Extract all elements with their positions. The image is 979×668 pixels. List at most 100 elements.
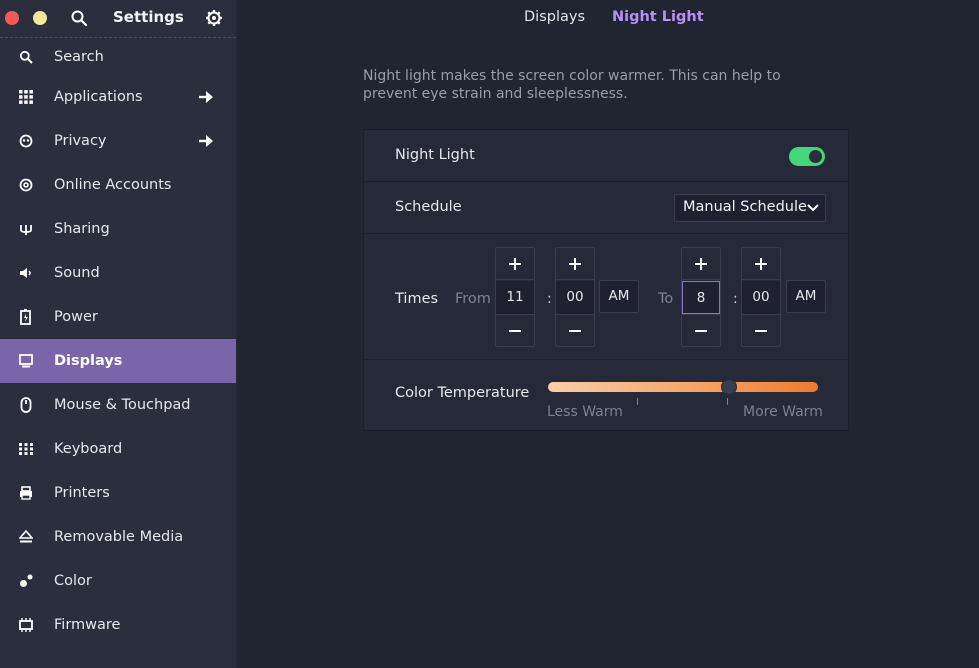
plus-icon bbox=[695, 257, 707, 270]
sidebar-item-label: Mouse & Touchpad bbox=[54, 397, 191, 413]
tab-displays[interactable]: Displays bbox=[524, 9, 585, 25]
sidebar-item-label: Sound bbox=[54, 265, 100, 281]
times-row: Times From 11 : 00 AM To 8: 00 AM bbox=[364, 234, 848, 360]
sidebar-item-sound[interactable]: Sound bbox=[0, 251, 236, 295]
sidebar-item-label: Color bbox=[54, 573, 92, 589]
close-window-button[interactable] bbox=[5, 11, 19, 25]
sidebar-item-label: Sharing bbox=[54, 221, 110, 237]
at-icon bbox=[18, 177, 34, 193]
sidebar-item-power[interactable]: Power bbox=[0, 295, 236, 339]
sidebar-item-label: Printers bbox=[54, 485, 110, 501]
to-minute-spinner: 00 bbox=[741, 247, 781, 347]
gear-icon[interactable] bbox=[205, 9, 223, 27]
to-hour-value[interactable]: 8 bbox=[682, 281, 720, 314]
from-label: From bbox=[455, 291, 491, 307]
night-light-toggle[interactable] bbox=[789, 147, 825, 166]
battery-icon bbox=[18, 309, 34, 325]
search-icon[interactable] bbox=[70, 9, 88, 27]
from-hour-decrement-button[interactable] bbox=[496, 314, 534, 346]
grid-icon bbox=[18, 89, 34, 105]
plus-icon bbox=[509, 257, 521, 270]
to-minute-increment-button[interactable] bbox=[742, 248, 780, 280]
schedule-value: Manual Schedule bbox=[683, 199, 807, 215]
sidebar-item-label: Removable Media bbox=[54, 529, 184, 545]
printer-icon bbox=[18, 485, 34, 501]
sidebar: Settings Search Applications Privacy Onl… bbox=[0, 0, 237, 668]
to-minute-value[interactable]: 00 bbox=[742, 281, 780, 314]
minus-icon bbox=[569, 329, 581, 332]
keyboard-icon bbox=[18, 441, 34, 457]
sidebar-item-displays[interactable]: Displays bbox=[0, 339, 236, 383]
color-temperature-label: Color Temperature bbox=[395, 385, 530, 401]
sidebar-item-sharing[interactable]: Sharing bbox=[0, 207, 236, 251]
mouse-icon bbox=[18, 397, 34, 413]
slider-tick bbox=[727, 398, 728, 405]
time-separator: : bbox=[733, 291, 738, 307]
to-period-button[interactable]: AM bbox=[786, 280, 826, 313]
speaker-icon bbox=[18, 265, 34, 281]
slider-handle[interactable] bbox=[720, 379, 737, 395]
tab-night-light[interactable]: Night Light bbox=[612, 9, 704, 25]
sidebar-nav: Search Applications Privacy Online Accou… bbox=[0, 38, 236, 647]
sidebar-item-label: Applications bbox=[54, 89, 143, 105]
sidebar-item-firmware[interactable]: Firmware bbox=[0, 603, 236, 647]
toggle-knob bbox=[809, 150, 822, 163]
arrow-right-icon bbox=[199, 135, 213, 147]
chevron-down-icon bbox=[807, 204, 819, 212]
from-minute-spinner: 00 bbox=[555, 247, 595, 347]
from-hour-increment-button[interactable] bbox=[496, 248, 534, 280]
sidebar-item-applications[interactable]: Applications bbox=[0, 75, 236, 119]
sidebar-item-printers[interactable]: Printers bbox=[0, 471, 236, 515]
chip-icon bbox=[18, 617, 34, 633]
less-warm-label: Less Warm bbox=[547, 404, 623, 420]
from-minute-decrement-button[interactable] bbox=[556, 314, 594, 346]
sidebar-item-mouse-touchpad[interactable]: Mouse & Touchpad bbox=[0, 383, 236, 427]
more-warm-label: More Warm bbox=[743, 404, 823, 420]
plus-icon bbox=[569, 257, 581, 270]
time-separator: : bbox=[547, 291, 552, 307]
sidebar-item-label: Displays bbox=[54, 353, 123, 369]
from-minute-value[interactable]: 00 bbox=[556, 281, 594, 314]
minus-icon bbox=[695, 329, 707, 332]
from-period-button[interactable]: AM bbox=[599, 280, 639, 313]
arrow-right-icon bbox=[199, 91, 213, 103]
schedule-label: Schedule bbox=[395, 199, 462, 215]
schedule-row: Schedule Manual Schedule bbox=[364, 182, 848, 234]
sidebar-item-removable-media[interactable]: Removable Media bbox=[0, 515, 236, 559]
night-light-description: Night light makes the screen color warme… bbox=[363, 68, 781, 102]
search-icon bbox=[18, 49, 34, 65]
sidebar-item-label: Keyboard bbox=[54, 441, 123, 457]
minus-icon bbox=[509, 329, 521, 332]
sidebar-item-label: Privacy bbox=[54, 133, 107, 149]
night-light-row: Night Light bbox=[364, 130, 848, 182]
from-hour-spinner: 11 bbox=[495, 247, 535, 347]
sidebar-item-keyboard[interactable]: Keyboard bbox=[0, 427, 236, 471]
mask-icon bbox=[18, 133, 34, 149]
sidebar-item-label: Firmware bbox=[54, 617, 121, 633]
times-label: Times bbox=[395, 291, 439, 307]
monitor-icon bbox=[18, 353, 34, 369]
to-hour-increment-button[interactable] bbox=[682, 248, 720, 280]
to-hour-decrement-button[interactable] bbox=[682, 314, 720, 346]
schedule-dropdown[interactable]: Manual Schedule bbox=[674, 194, 826, 222]
night-light-card: Night Light Schedule Manual Schedule Tim… bbox=[363, 129, 849, 431]
sidebar-item-label: Power bbox=[54, 309, 98, 325]
sidebar-item-online-accounts[interactable]: Online Accounts bbox=[0, 163, 236, 207]
window-title: Settings bbox=[113, 8, 184, 26]
to-minute-decrement-button[interactable] bbox=[742, 314, 780, 346]
sidebar-item-color[interactable]: Color bbox=[0, 559, 236, 603]
tab-bar: Displays Night Light bbox=[238, 0, 979, 38]
minus-icon bbox=[755, 329, 767, 332]
to-label: To bbox=[658, 291, 674, 307]
night-light-label: Night Light bbox=[395, 147, 475, 163]
sidebar-item-search[interactable]: Search bbox=[0, 38, 236, 75]
from-hour-value[interactable]: 11 bbox=[496, 281, 534, 314]
sidebar-item-label: Search bbox=[54, 48, 104, 65]
titlebar: Settings bbox=[0, 0, 236, 38]
from-minute-increment-button[interactable] bbox=[556, 248, 594, 280]
sidebar-item-privacy[interactable]: Privacy bbox=[0, 119, 236, 163]
sidebar-item-label: Online Accounts bbox=[54, 177, 172, 193]
eject-icon bbox=[18, 529, 34, 545]
color-temperature-slider[interactable] bbox=[548, 382, 818, 392]
minimize-window-button[interactable] bbox=[33, 11, 47, 25]
